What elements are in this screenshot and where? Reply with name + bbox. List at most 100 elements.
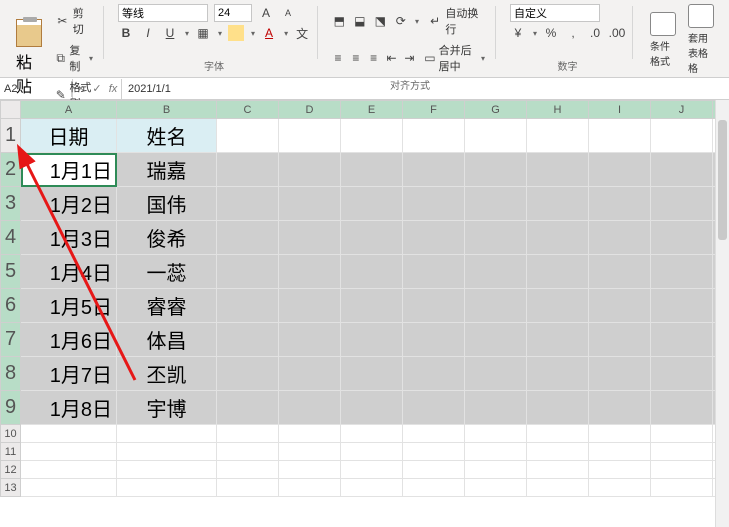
row-header[interactable]: 6 — [1, 289, 21, 323]
align-top-icon[interactable]: ⬒ — [332, 13, 346, 29]
font-name-input[interactable] — [118, 4, 208, 22]
cell[interactable] — [403, 323, 465, 357]
cell[interactable] — [651, 119, 713, 153]
cell[interactable] — [21, 461, 117, 479]
cell[interactable] — [465, 479, 527, 497]
row-header[interactable]: 1 — [1, 119, 21, 153]
cell[interactable]: 瑞嘉 — [117, 153, 217, 187]
cell[interactable] — [217, 153, 279, 187]
wrap-text-button[interactable]: ↵ 自动换行 — [425, 4, 488, 38]
cell[interactable] — [279, 461, 341, 479]
cell[interactable] — [527, 221, 589, 255]
cell[interactable] — [651, 289, 713, 323]
copy-button[interactable]: ⧉ 复制 ▾ — [52, 41, 96, 75]
percent-icon[interactable]: % — [543, 25, 559, 41]
col-header-F[interactable]: F — [403, 101, 465, 119]
cell[interactable] — [117, 425, 217, 443]
cell[interactable] — [651, 221, 713, 255]
cell[interactable] — [21, 479, 117, 497]
cell[interactable]: 1月6日 — [21, 323, 117, 357]
cell[interactable] — [217, 391, 279, 425]
cell[interactable]: 俊希 — [117, 221, 217, 255]
cell[interactable] — [403, 425, 465, 443]
cell[interactable] — [589, 323, 651, 357]
cell[interactable] — [465, 425, 527, 443]
cell[interactable] — [589, 479, 651, 497]
cell[interactable] — [341, 221, 403, 255]
cell[interactable] — [279, 391, 341, 425]
cell[interactable] — [341, 323, 403, 357]
cell[interactable] — [527, 323, 589, 357]
merge-center-button[interactable]: ▭ 合并后居中 ▾ — [421, 41, 488, 75]
cell[interactable] — [217, 221, 279, 255]
cell[interactable]: 1月1日 — [21, 153, 117, 187]
cell[interactable] — [341, 461, 403, 479]
grid[interactable]: A B C D E F G H I J K 1日期姓名21月1日瑞嘉31月2日国… — [0, 100, 729, 497]
cell[interactable] — [651, 153, 713, 187]
cell[interactable]: 1月3日 — [21, 221, 117, 255]
cell[interactable] — [465, 357, 527, 391]
cell[interactable] — [465, 119, 527, 153]
cell[interactable] — [527, 119, 589, 153]
cell[interactable] — [217, 357, 279, 391]
cell[interactable]: 一蕊 — [117, 255, 217, 289]
cell[interactable] — [651, 425, 713, 443]
orientation-icon[interactable]: ⟳ — [393, 13, 407, 29]
font-size-input[interactable] — [214, 4, 252, 22]
cell[interactable] — [279, 187, 341, 221]
align-center-icon[interactable]: ≡ — [350, 50, 362, 66]
cell[interactable] — [341, 255, 403, 289]
cell[interactable] — [527, 443, 589, 461]
cell[interactable] — [651, 443, 713, 461]
cell[interactable] — [589, 425, 651, 443]
cell[interactable]: 体昌 — [117, 323, 217, 357]
cell[interactable]: 睿睿 — [117, 289, 217, 323]
fx-icon[interactable]: fx — [105, 83, 121, 95]
cell[interactable] — [341, 425, 403, 443]
cell[interactable] — [527, 461, 589, 479]
row-header[interactable]: 8 — [1, 357, 21, 391]
cell[interactable] — [403, 289, 465, 323]
border-button[interactable]: ▦ — [195, 25, 211, 41]
cell[interactable] — [589, 391, 651, 425]
cell[interactable] — [465, 443, 527, 461]
cell[interactable] — [651, 479, 713, 497]
cell[interactable] — [341, 153, 403, 187]
cell[interactable] — [465, 323, 527, 357]
cell[interactable] — [465, 153, 527, 187]
cell[interactable] — [589, 221, 651, 255]
cell[interactable] — [651, 255, 713, 289]
cell[interactable] — [21, 425, 117, 443]
cell[interactable] — [21, 443, 117, 461]
col-header-C[interactable]: C — [217, 101, 279, 119]
row-header[interactable]: 12 — [1, 461, 21, 479]
row-header[interactable]: 3 — [1, 187, 21, 221]
conditional-format-button[interactable]: 条件格式 — [647, 12, 679, 68]
cell[interactable] — [403, 479, 465, 497]
cell[interactable] — [117, 461, 217, 479]
cell[interactable] — [403, 255, 465, 289]
cell[interactable] — [217, 443, 279, 461]
row-header[interactable]: 5 — [1, 255, 21, 289]
cell[interactable]: 1月2日 — [21, 187, 117, 221]
col-header-B[interactable]: B — [117, 101, 217, 119]
align-left-icon[interactable]: ≡ — [332, 50, 344, 66]
comma-icon[interactable]: , — [565, 25, 581, 41]
scrollbar-thumb[interactable] — [718, 120, 727, 240]
bold-button[interactable]: B — [118, 25, 134, 41]
cell[interactable] — [341, 289, 403, 323]
currency-icon[interactable]: ¥ — [510, 25, 526, 41]
cell[interactable]: 1月5日 — [21, 289, 117, 323]
italic-button[interactable]: I — [140, 25, 156, 41]
cell[interactable]: 姓名 — [117, 119, 217, 153]
cell[interactable]: 1月7日 — [21, 357, 117, 391]
col-header-J[interactable]: J — [651, 101, 713, 119]
decrease-font-icon[interactable]: A — [280, 5, 296, 21]
number-format-select[interactable] — [510, 4, 600, 22]
cell[interactable] — [279, 443, 341, 461]
cell[interactable]: 日期 — [21, 119, 117, 153]
align-bottom-icon[interactable]: ⬔ — [373, 13, 387, 29]
cell[interactable] — [279, 289, 341, 323]
col-header-E[interactable]: E — [341, 101, 403, 119]
cell[interactable] — [465, 187, 527, 221]
